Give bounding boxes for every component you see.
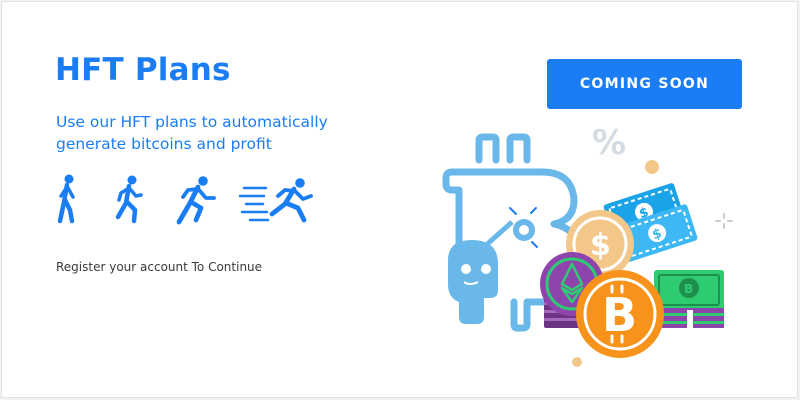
green-cash-stack-icon: B xyxy=(654,270,724,328)
decor-dot xyxy=(645,160,659,174)
network-node-icon xyxy=(482,207,538,249)
jogging-person-icon xyxy=(115,175,143,224)
page-title: HFT Plans xyxy=(55,52,231,88)
coming-soon-button[interactable]: COMING SOON xyxy=(547,59,742,109)
walking-person-icon xyxy=(57,174,75,224)
running-person-icon xyxy=(176,176,216,225)
register-prompt: Register your account To Continue xyxy=(56,260,263,274)
robot-head-icon xyxy=(448,240,498,324)
page-subtitle: Use our HFT plans to automatically gener… xyxy=(56,113,328,153)
crypto-illustration: % $ $ $ B B xyxy=(442,123,733,367)
decor-dot xyxy=(572,357,582,367)
svg-text:B: B xyxy=(602,288,637,342)
sprinting-person-icon xyxy=(238,178,313,223)
speed-icons xyxy=(57,174,313,225)
bitcoin-coin-icon: B xyxy=(576,270,664,358)
percent-icon: % xyxy=(592,123,626,163)
svg-text:%: % xyxy=(592,123,626,163)
svg-text:B: B xyxy=(684,282,693,296)
sparkle-icon xyxy=(715,213,733,229)
svg-text:$: $ xyxy=(590,228,611,263)
hft-plans-card: HFT Plans Use our HFT plans to automatic… xyxy=(1,1,798,398)
